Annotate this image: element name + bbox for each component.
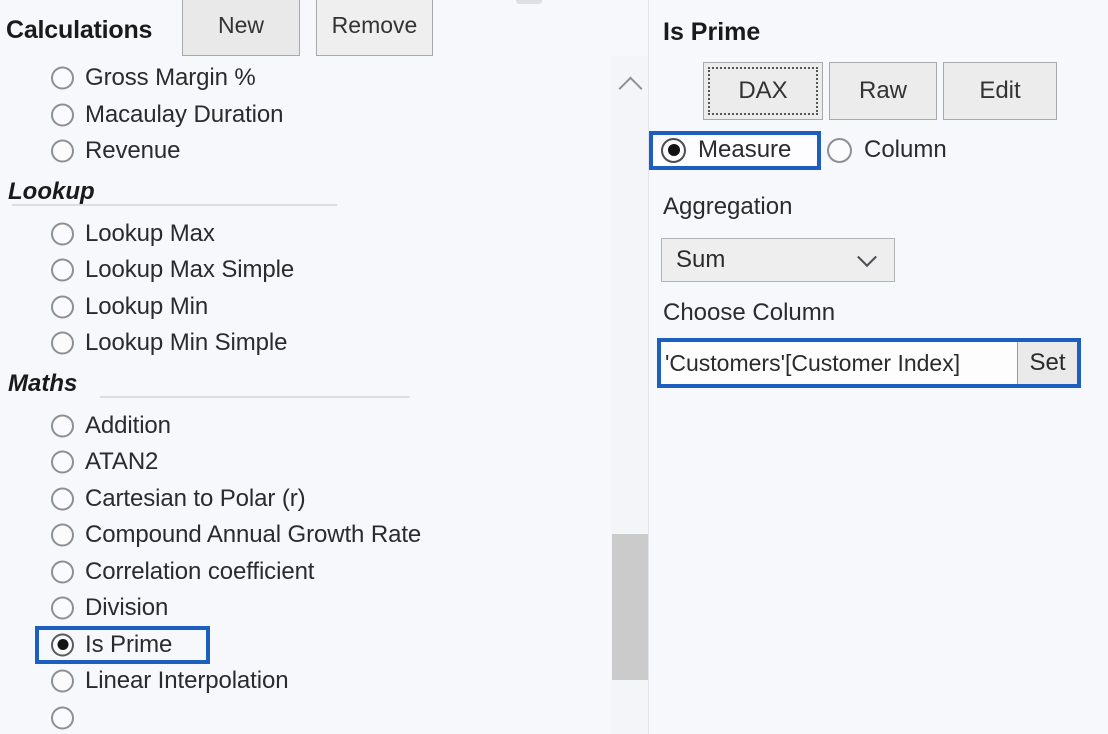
list-item[interactable]: Lookup Max bbox=[0, 216, 610, 253]
list-item-label: Division bbox=[85, 594, 169, 622]
section-header-label: Maths bbox=[8, 369, 78, 397]
radio-button[interactable] bbox=[51, 487, 74, 511]
tab-dax[interactable]: DAX bbox=[703, 62, 823, 120]
radio-measure[interactable]: Measure bbox=[661, 133, 791, 167]
radio-button[interactable] bbox=[51, 103, 74, 127]
list-item-label: Addition bbox=[85, 411, 171, 439]
radio-button[interactable] bbox=[51, 523, 74, 547]
list-item-label: Is Prime bbox=[85, 630, 173, 658]
section-divider bbox=[100, 395, 410, 398]
list-item[interactable]: Gross Margin % bbox=[0, 60, 610, 97]
new-button[interactable]: New bbox=[182, 0, 300, 56]
chevron-down-icon bbox=[857, 247, 877, 268]
radio-button[interactable] bbox=[661, 137, 686, 163]
section-header-maths: Maths bbox=[0, 368, 610, 408]
radio-button[interactable] bbox=[51, 560, 74, 584]
scrollbar-thumb[interactable] bbox=[612, 534, 649, 680]
tab-edit[interactable]: Edit bbox=[943, 62, 1057, 120]
list-item[interactable]: Revenue bbox=[0, 133, 610, 170]
radio-button[interactable] bbox=[51, 414, 74, 438]
list-item-label: Linear Interpolation bbox=[85, 667, 289, 695]
set-button[interactable]: Set bbox=[1017, 342, 1077, 384]
radio-button[interactable] bbox=[51, 596, 74, 620]
list-item-label: Cartesian to Polar (r) bbox=[85, 484, 306, 512]
list-item-is-prime-selected[interactable]: Is Prime bbox=[0, 625, 610, 664]
list-item[interactable]: Lookup Max Simple bbox=[0, 252, 610, 289]
list-item-label: Gross Margin % bbox=[85, 64, 256, 92]
list-item[interactable]: Lookup Min Simple bbox=[0, 325, 610, 362]
calculations-scrollbar[interactable] bbox=[611, 56, 649, 734]
choose-column-input[interactable] bbox=[661, 342, 1017, 384]
list-item[interactable]: Compound Annual Growth Rate bbox=[0, 517, 610, 554]
choose-column-field[interactable]: Set bbox=[657, 338, 1081, 388]
radio-button[interactable] bbox=[51, 258, 74, 282]
list-item[interactable]: Lookup Min bbox=[0, 289, 610, 326]
measure-detail-panel: Is Prime DAX Raw Edit Measure Column Agg… bbox=[649, 0, 1108, 734]
radio-button[interactable] bbox=[827, 137, 852, 163]
section-divider bbox=[12, 203, 337, 206]
list-item-label: Macaulay Duration bbox=[85, 100, 284, 128]
radio-button[interactable] bbox=[51, 450, 74, 474]
choose-column-label: Choose Column bbox=[663, 299, 836, 326]
radio-button[interactable] bbox=[51, 66, 74, 90]
list-item-label: Lookup Min Simple bbox=[85, 329, 288, 357]
measure-title: Is Prime bbox=[663, 18, 761, 46]
aggregation-label: Aggregation bbox=[663, 193, 793, 220]
list-item-label: Lookup Max bbox=[85, 219, 215, 247]
list-item[interactable]: ATAN2 bbox=[0, 444, 610, 481]
list-item-label: Lookup Min bbox=[85, 292, 209, 320]
aggregation-value: Sum bbox=[676, 246, 726, 273]
list-item[interactable]: Addition bbox=[0, 408, 610, 445]
list-item[interactable]: Division bbox=[0, 590, 610, 627]
list-item-label: Revenue bbox=[85, 137, 181, 165]
calculations-list[interactable]: Gross Margin % Macaulay Duration Revenue… bbox=[0, 60, 610, 734]
radio-button[interactable] bbox=[51, 295, 74, 319]
list-item[interactable]: Correlation coefficient bbox=[0, 554, 610, 591]
aggregation-select[interactable]: Sum bbox=[661, 238, 895, 282]
radio-button[interactable] bbox=[51, 222, 74, 246]
remove-button[interactable]: Remove bbox=[316, 0, 433, 56]
list-item[interactable]: Macaulay Duration bbox=[0, 97, 610, 134]
radio-measure-label: Measure bbox=[698, 136, 792, 163]
radio-column[interactable]: Column bbox=[827, 133, 947, 167]
measure-type-radio-group: Measure Column bbox=[649, 131, 1108, 171]
calculations-panel: Calculations New Remove Gross Margin % M… bbox=[0, 0, 649, 734]
radio-column-label: Column bbox=[864, 136, 947, 163]
radio-button[interactable] bbox=[51, 669, 74, 693]
list-item-label: ATAN2 bbox=[85, 448, 159, 476]
page-title: Calculations bbox=[6, 16, 153, 44]
radio-button[interactable] bbox=[51, 331, 74, 355]
radio-button[interactable] bbox=[51, 633, 74, 657]
radio-button[interactable] bbox=[51, 139, 74, 163]
calculations-header: Calculations New Remove bbox=[0, 0, 610, 62]
list-item-label: Correlation coefficient bbox=[85, 557, 315, 585]
radio-button[interactable] bbox=[51, 706, 74, 730]
chevron-up-icon bbox=[617, 75, 643, 101]
section-header-label: Lookup bbox=[8, 177, 95, 205]
section-header-lookup: Lookup bbox=[0, 176, 610, 216]
tab-raw[interactable]: Raw bbox=[829, 62, 937, 120]
list-item[interactable]: Cartesian to Polar (r) bbox=[0, 481, 610, 518]
list-item-label: Compound Annual Growth Rate bbox=[85, 521, 422, 549]
list-item-partial[interactable] bbox=[0, 700, 610, 734]
list-item[interactable]: Linear Interpolation bbox=[0, 663, 610, 700]
list-item-label: Lookup Max Simple bbox=[85, 256, 295, 284]
scroll-up-button[interactable] bbox=[611, 70, 649, 101]
